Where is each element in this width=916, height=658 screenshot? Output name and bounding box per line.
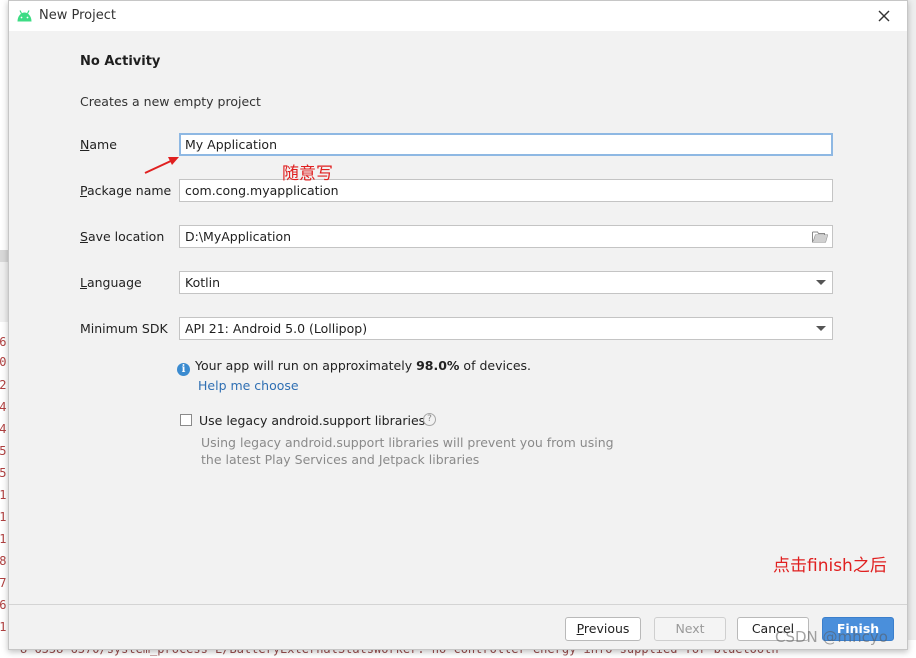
save-location-field[interactable] bbox=[179, 225, 833, 248]
legacy-description-line: Using legacy android.support libraries w… bbox=[201, 435, 614, 450]
background-log-fragment: 24 bbox=[0, 422, 7, 436]
package-name-field[interactable] bbox=[179, 179, 833, 202]
legacy-support-checkbox[interactable] bbox=[180, 414, 192, 426]
language-label-rest: anguage bbox=[86, 275, 142, 290]
language-select[interactable]: Kotlin bbox=[179, 271, 833, 294]
csdn-watermark: CSDN @mhcyo bbox=[775, 628, 888, 646]
background-toolbar bbox=[0, 262, 8, 322]
background-log-fragment: 75 bbox=[0, 466, 7, 480]
question-icon[interactable]: ? bbox=[423, 413, 436, 426]
coverage-percent: 98.0% bbox=[416, 358, 460, 373]
name-field[interactable] bbox=[179, 133, 833, 156]
legacy-description-line: the latest Play Services and Jetpack lib… bbox=[201, 452, 480, 467]
background-log-fragment: 21 bbox=[0, 532, 7, 546]
annotation-finish-note: 点击finish之后 bbox=[773, 556, 887, 576]
background-log-fragment: 25 bbox=[0, 444, 7, 458]
language-label: Language bbox=[80, 275, 142, 290]
background-log-fragment: 47 bbox=[0, 576, 7, 590]
chevron-down-icon bbox=[816, 280, 826, 285]
location-label-rest: ave location bbox=[87, 229, 165, 244]
name-label-rest: ame bbox=[89, 137, 117, 152]
language-select-value: Kotlin bbox=[185, 275, 220, 290]
close-icon[interactable] bbox=[875, 7, 893, 25]
page-subtitle: Creates a new empty project bbox=[80, 94, 261, 109]
background-log-fragment: 06 bbox=[0, 598, 7, 612]
minimum-sdk-select[interactable]: API 21: Android 5.0 (Lollipop) bbox=[179, 317, 833, 340]
help-me-choose-link[interactable]: Help me choose bbox=[198, 378, 299, 393]
background-log-fragment: 21 bbox=[0, 510, 7, 524]
language-label-mnemonic: L bbox=[80, 275, 87, 290]
legacy-support-description: Using legacy android.support libraries w… bbox=[201, 434, 621, 468]
minimum-sdk-label: Minimum SDK bbox=[80, 321, 168, 336]
name-label-mnemonic: N bbox=[80, 137, 90, 152]
background-log-fragment: 56 bbox=[0, 335, 7, 349]
minimum-sdk-select-value: API 21: Android 5.0 (Lollipop) bbox=[185, 321, 368, 336]
coverage-prefix: Your app will run on approximately bbox=[195, 358, 417, 373]
package-label-rest: ackage name bbox=[86, 183, 172, 198]
footer-divider bbox=[9, 604, 907, 605]
next-button[interactable]: Next bbox=[654, 617, 726, 641]
background-log-fragment: 70 bbox=[0, 355, 7, 369]
location-label-mnemonic: S bbox=[80, 229, 88, 244]
background-log-fragment: 08 bbox=[0, 554, 7, 568]
info-icon: i bbox=[177, 363, 190, 376]
previous-label-rest: revious bbox=[583, 621, 630, 636]
save-location-label: Save location bbox=[80, 229, 164, 244]
chevron-down-icon bbox=[816, 326, 826, 331]
previous-button[interactable]: Previous bbox=[565, 617, 641, 641]
background-right-strip bbox=[908, 0, 916, 640]
dialog-title: New Project bbox=[39, 8, 116, 23]
folder-icon[interactable] bbox=[812, 230, 828, 243]
previous-mnemonic: P bbox=[576, 621, 584, 636]
package-label-mnemonic: P bbox=[80, 183, 87, 198]
package-name-label: Package name bbox=[80, 183, 171, 198]
background-log-fragment: 21 bbox=[0, 488, 7, 502]
background-panel bbox=[0, 0, 8, 250]
device-coverage-info: i Your app will run on approximately 98.0… bbox=[177, 358, 531, 376]
name-label: Name bbox=[80, 137, 117, 152]
background-log-panel bbox=[0, 322, 8, 640]
android-icon bbox=[17, 10, 32, 22]
dialog-titlebar[interactable]: New Project bbox=[9, 1, 907, 31]
page-title: No Activity bbox=[80, 54, 161, 69]
background-log-fragment: 01 bbox=[0, 620, 7, 634]
annotation-name-note: 随意写 bbox=[282, 164, 333, 184]
background-log-fragment: 24 bbox=[0, 400, 7, 414]
background-divider bbox=[0, 250, 8, 262]
coverage-suffix: of devices. bbox=[459, 358, 531, 373]
background-log-fragment: 52 bbox=[0, 378, 7, 392]
annotation-arrow bbox=[144, 157, 179, 174]
legacy-support-label[interactable]: Use legacy android.support libraries bbox=[199, 413, 425, 428]
